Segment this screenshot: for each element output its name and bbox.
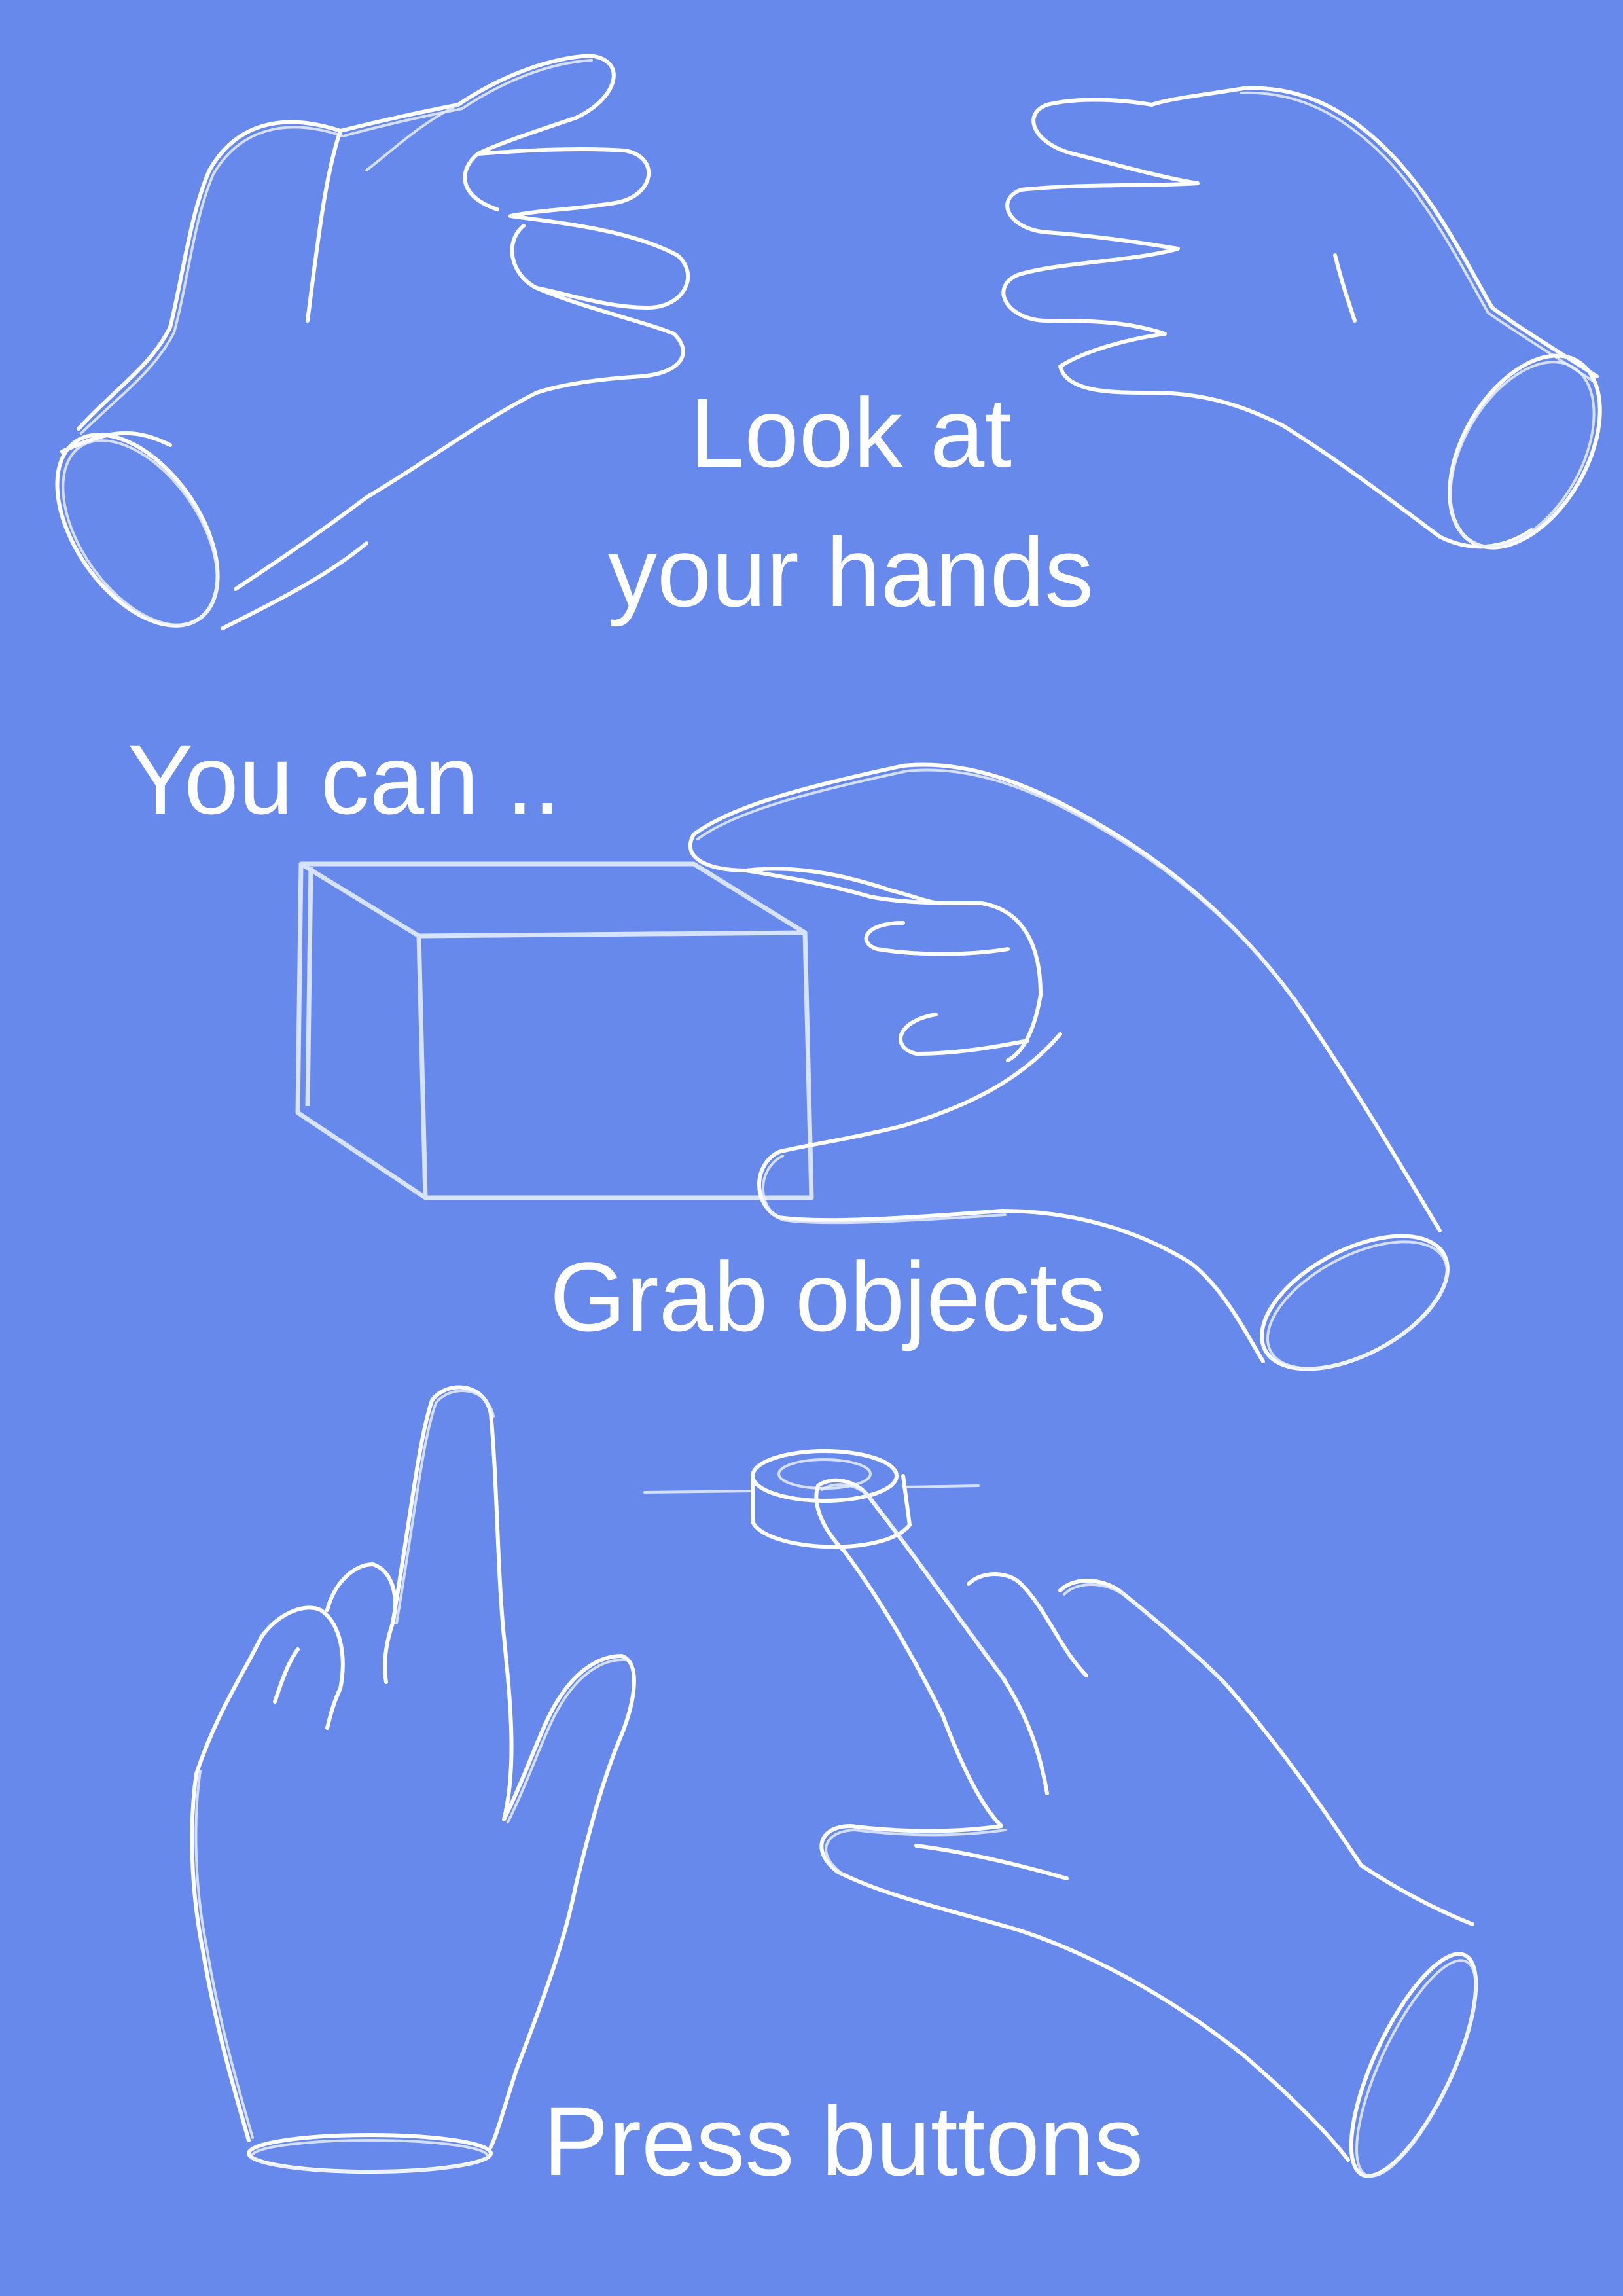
caption-look-line1: Look at — [689, 378, 1012, 488]
illustration-canvas — [55, 54, 1602, 2178]
round-button-icon — [643, 1449, 980, 1549]
caption-look-line2: your hands — [607, 517, 1094, 627]
caption-you-can: You can .. — [128, 725, 561, 834]
raised-finger-hand-icon — [190, 1385, 636, 2174]
caption-grab-objects: Grab objects — [550, 1242, 1107, 1352]
box-icon — [295, 861, 814, 1200]
caption-look-at-your-hands: Look at your hands — [569, 363, 1132, 642]
caption-press-buttons: Press buttons — [543, 2086, 1144, 2196]
